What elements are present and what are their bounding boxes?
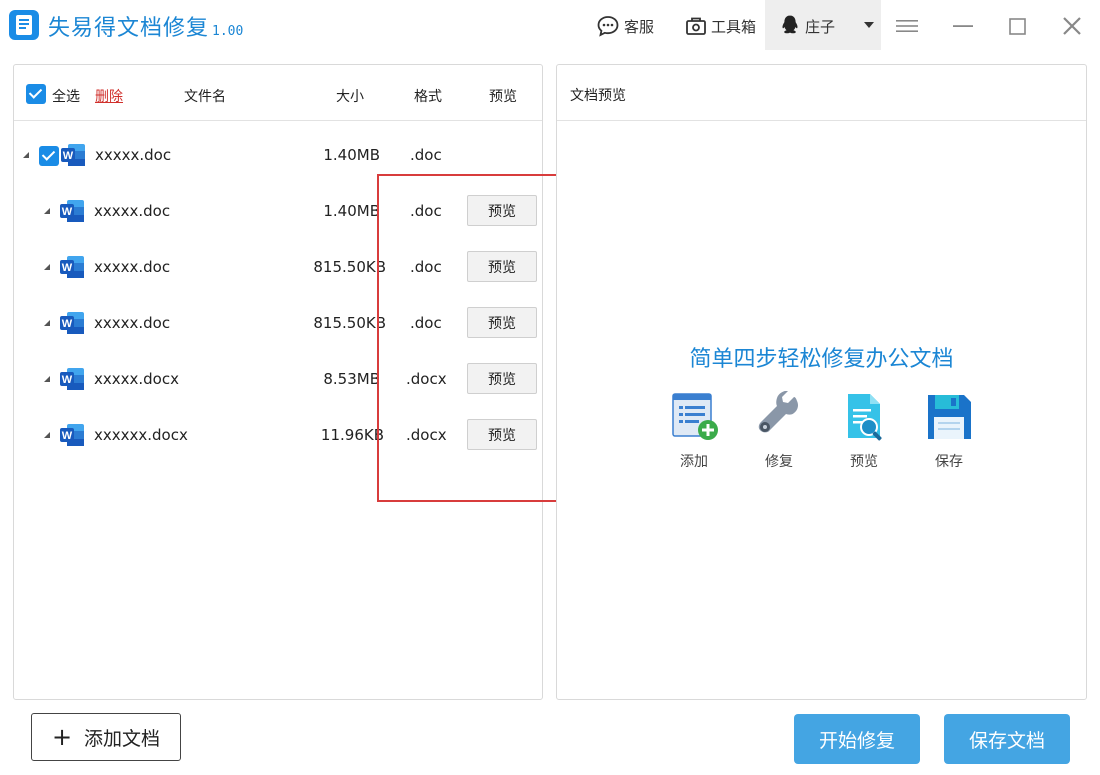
file-list-header: 全选 删除 文件名 大小 格式 预览 bbox=[14, 65, 542, 121]
word-doc-icon: W bbox=[61, 144, 85, 166]
toolbox-icon bbox=[686, 17, 706, 35]
expand-triangle-icon[interactable] bbox=[23, 152, 29, 158]
app-title: 失易得文档修复 bbox=[48, 16, 210, 41]
add-document-button[interactable]: + 添加文档 bbox=[31, 713, 181, 761]
svg-text:W: W bbox=[62, 374, 73, 386]
select-all-label[interactable]: 全选 bbox=[52, 86, 80, 106]
step-add: 添加 bbox=[664, 391, 724, 471]
file-size: 1.40MB bbox=[323, 202, 380, 220]
tree-triangle-icon bbox=[44, 376, 50, 382]
delete-link[interactable]: 删除 bbox=[95, 86, 123, 106]
table-row-parent[interactable]: W xxxxx.doc 1.40MB .doc bbox=[14, 128, 542, 184]
toolbox-button[interactable]: 工具箱 bbox=[685, 0, 756, 52]
plus-icon: + bbox=[51, 723, 73, 751]
chat-bubble-icon bbox=[597, 16, 619, 37]
file-name: xxxxx.docx bbox=[94, 370, 179, 388]
column-header-size: 大小 bbox=[336, 89, 364, 105]
preview-button[interactable]: 预览 bbox=[467, 363, 537, 394]
step-repair: 修复 bbox=[749, 391, 809, 471]
table-row[interactable]: W xxxxx.doc 815.50KB .doc 预览 bbox=[14, 240, 542, 296]
minimize-icon[interactable] bbox=[949, 12, 977, 40]
column-header-name: 文件名 bbox=[184, 89, 226, 105]
toolbox-label: 工具箱 bbox=[711, 17, 757, 36]
file-ext: .doc bbox=[410, 146, 442, 164]
table-row[interactable]: W xxxxxx.docx 11.96KB .docx 预览 bbox=[14, 408, 542, 464]
file-name: xxxxx.doc bbox=[95, 146, 172, 164]
file-ext: .docx bbox=[406, 426, 447, 444]
customer-service-button[interactable]: 客服 bbox=[596, 0, 654, 52]
tree-triangle-icon bbox=[44, 432, 50, 438]
table-row[interactable]: W xxxxx.doc 1.40MB .doc 预览 bbox=[14, 184, 542, 240]
file-ext: .docx bbox=[406, 370, 447, 388]
file-ext: .doc bbox=[410, 258, 442, 276]
add-document-icon bbox=[672, 393, 718, 440]
start-repair-button[interactable]: 开始修复 bbox=[794, 714, 920, 764]
file-list-panel: 全选 删除 文件名 大小 格式 预览 W xxxxx.doc 1.40MB .d… bbox=[13, 64, 543, 700]
table-row[interactable]: W xxxxx.doc 815.50KB .doc 预览 bbox=[14, 296, 542, 352]
customer-service-label: 客服 bbox=[624, 17, 655, 36]
file-name: xxxxx.doc bbox=[94, 202, 171, 220]
step-preview: 预览 bbox=[834, 391, 894, 471]
save-document-button[interactable]: 保存文档 bbox=[944, 714, 1070, 764]
word-doc-icon: W bbox=[60, 312, 84, 334]
svg-text:W: W bbox=[62, 262, 73, 274]
file-size: 815.50KB bbox=[313, 258, 386, 276]
username: 庄子 bbox=[805, 18, 836, 36]
tree-triangle-icon bbox=[44, 320, 50, 326]
step-repair-label: 修复 bbox=[765, 454, 793, 470]
user-menu[interactable]: 庄子 bbox=[765, 0, 881, 50]
preview-panel: 文档预览 简单四步轻松修复办公文档 添加 修复 预览 保存 bbox=[556, 64, 1087, 700]
chevron-down-icon[interactable] bbox=[864, 22, 874, 28]
file-ext: .doc bbox=[410, 202, 442, 220]
step-add-label: 添加 bbox=[680, 454, 708, 470]
preview-header-label: 文档预览 bbox=[570, 88, 626, 104]
word-doc-icon: W bbox=[60, 200, 84, 222]
row-checkbox[interactable] bbox=[39, 146, 59, 166]
file-ext: .doc bbox=[410, 314, 442, 332]
table-row[interactable]: W xxxxx.docx 8.53MB .docx 预览 bbox=[14, 352, 542, 408]
app-version: 1.00 bbox=[212, 24, 244, 39]
word-doc-icon: W bbox=[60, 368, 84, 390]
word-doc-icon: W bbox=[60, 424, 84, 446]
select-all-checkbox[interactable] bbox=[26, 84, 46, 104]
file-name: xxxxx.doc bbox=[94, 258, 171, 276]
preview-button[interactable]: 预览 bbox=[467, 251, 537, 282]
preview-button[interactable]: 预览 bbox=[467, 419, 537, 450]
preview-button[interactable]: 预览 bbox=[467, 307, 537, 338]
maximize-icon[interactable] bbox=[1004, 12, 1032, 40]
file-name: xxxxx.doc bbox=[94, 314, 171, 332]
app-logo-icon bbox=[9, 10, 39, 40]
file-size: 11.96KB bbox=[320, 426, 384, 444]
svg-text:W: W bbox=[62, 430, 73, 442]
step-save: 保存 bbox=[919, 391, 979, 471]
add-document-label: 添加文档 bbox=[84, 727, 161, 750]
floppy-disk-icon bbox=[928, 395, 971, 439]
file-size: 815.50KB bbox=[313, 314, 386, 332]
file-size: 1.40MB bbox=[323, 146, 380, 164]
step-save-label: 保存 bbox=[935, 454, 963, 470]
file-name: xxxxxx.docx bbox=[94, 426, 188, 444]
word-doc-icon: W bbox=[60, 256, 84, 278]
preview-header: 文档预览 bbox=[557, 65, 1086, 121]
column-header-format: 格式 bbox=[414, 89, 442, 105]
preview-document-icon bbox=[848, 394, 882, 441]
tree-triangle-icon bbox=[44, 264, 50, 270]
title-bar: 失易得文档修复 1.00 客服 工具箱 庄子 bbox=[0, 0, 1100, 52]
svg-text:W: W bbox=[62, 206, 73, 218]
svg-text:W: W bbox=[63, 150, 74, 162]
close-icon[interactable] bbox=[1058, 12, 1086, 40]
preview-slogan: 简单四步轻松修复办公文档 bbox=[689, 347, 954, 372]
column-header-preview: 预览 bbox=[489, 89, 517, 105]
step-preview-label: 预览 bbox=[850, 454, 878, 470]
svg-text:W: W bbox=[62, 318, 73, 330]
wrench-icon bbox=[758, 391, 798, 433]
menu-icon[interactable] bbox=[893, 12, 921, 40]
file-size: 8.53MB bbox=[323, 370, 380, 388]
tree-triangle-icon bbox=[44, 208, 50, 214]
qq-penguin-icon bbox=[782, 15, 798, 34]
preview-button[interactable]: 预览 bbox=[467, 195, 537, 226]
